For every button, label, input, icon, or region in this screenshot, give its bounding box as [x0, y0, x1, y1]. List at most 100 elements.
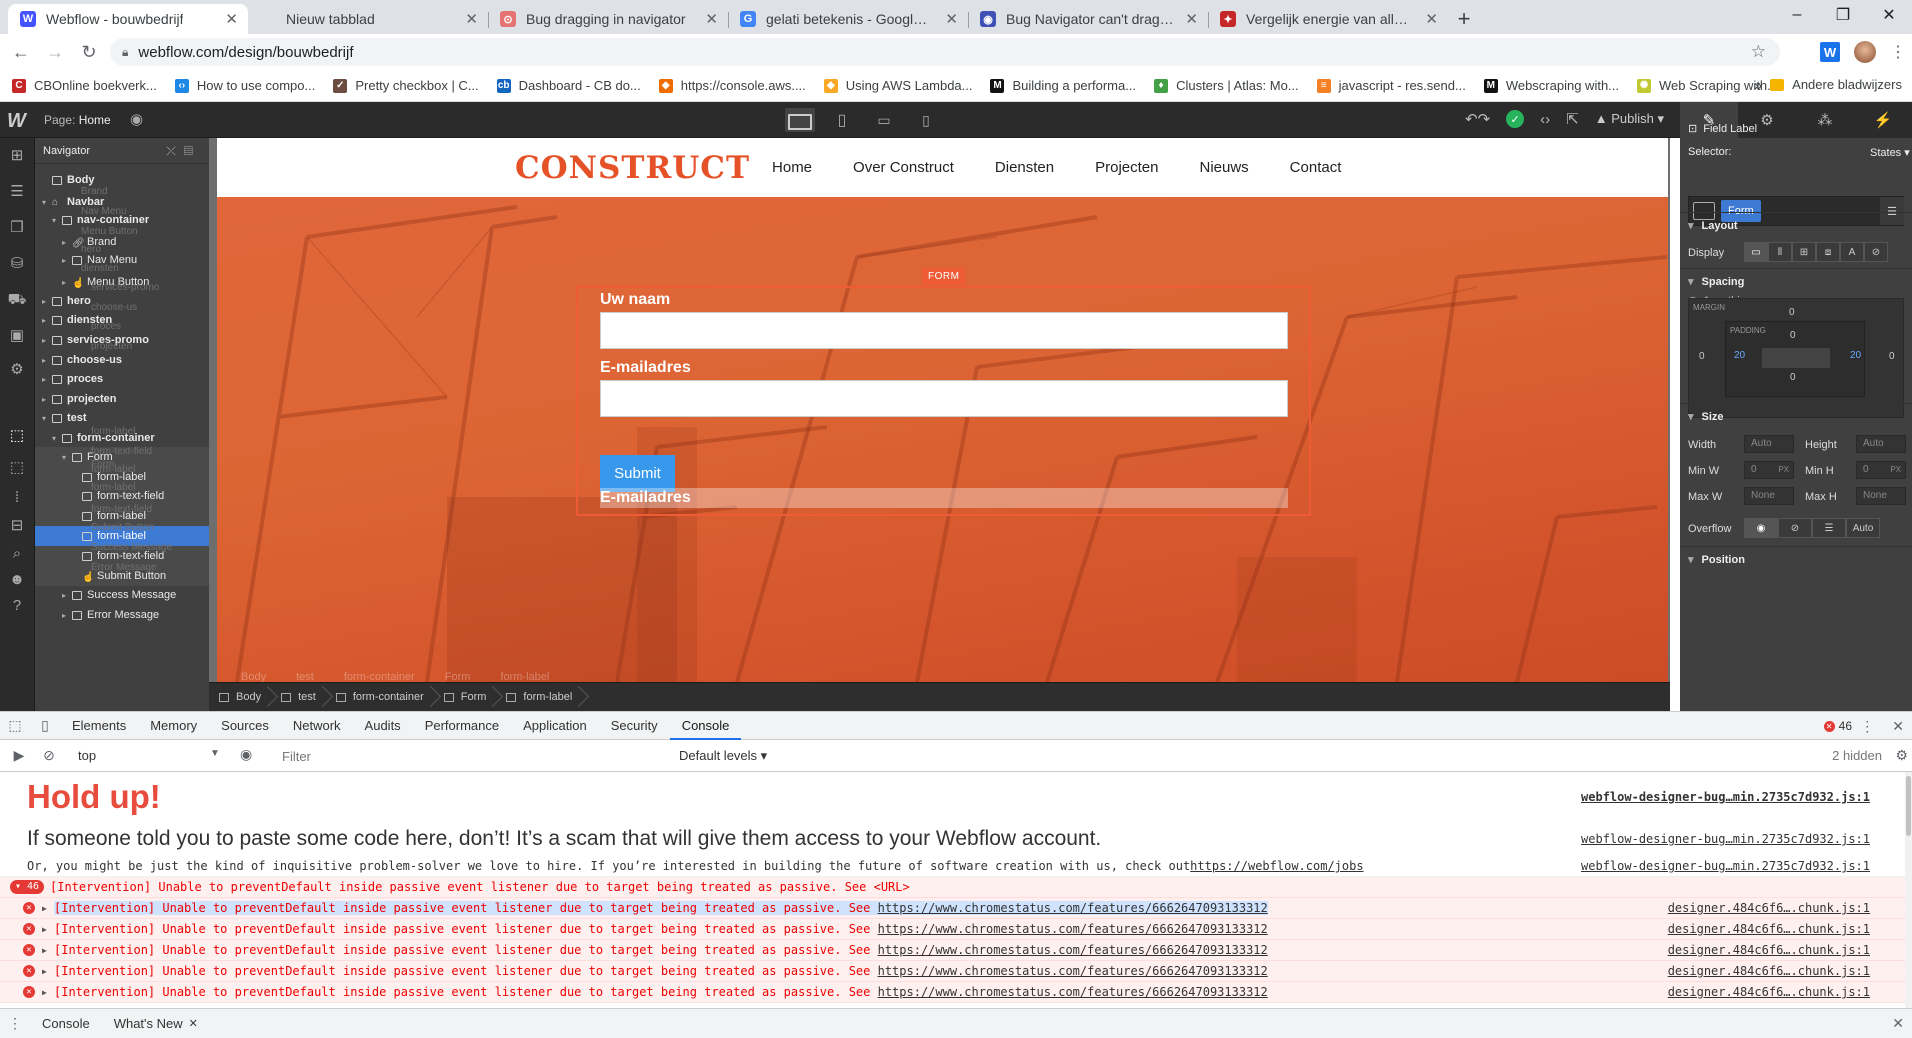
width-input[interactable]: Auto — [1744, 435, 1794, 453]
error-source-link[interactable]: designer.484c6f6….chunk.js:1 — [1668, 943, 1870, 957]
expand-chevron-right-icon[interactable]: ▸ — [39, 336, 49, 345]
webflow-logo-icon[interactable]: W — [7, 110, 26, 133]
clear-console-icon[interactable]: ⊘ — [34, 747, 64, 764]
email-label[interactable]: E-mailadres — [600, 359, 691, 377]
chromestatus-link[interactable]: https://www.chromestatus.com/features/66… — [878, 985, 1268, 999]
display-grid-icon[interactable]: ⊞ — [1792, 242, 1816, 262]
interactions-icon[interactable]: ⚡ — [1854, 102, 1912, 138]
drawer-menu-icon[interactable]: ⋮ — [0, 1015, 30, 1032]
add-elements-icon[interactable]: ⊞ — [7, 146, 27, 166]
bookmark-item[interactable]: M Building a performa... — [990, 78, 1136, 93]
overflow-hidden-icon[interactable]: ⊘ — [1778, 518, 1812, 538]
error-source-link[interactable]: designer.484c6f6….chunk.js:1 — [1668, 985, 1870, 999]
tab-close-icon[interactable]: ✕ — [1185, 10, 1198, 28]
devtools-tab[interactable]: Network — [281, 712, 353, 740]
navigator-node[interactable]: ▸ Nav Menu — [35, 250, 209, 270]
breadcrumb-item[interactable]: Body — [209, 683, 271, 712]
chromestatus-link[interactable]: https://www.chromestatus.com/features/66… — [878, 964, 1268, 978]
back-icon[interactable]: ← — [8, 42, 34, 63]
display-flex-icon[interactable]: ⫴ — [1768, 242, 1792, 262]
device-toolbar-icon[interactable]: ▯ — [30, 717, 60, 734]
expand-chevron-right-icon[interactable]: ▶ — [42, 946, 47, 955]
navigator-node[interactable]: form-text-field — [35, 546, 209, 566]
navigator-node[interactable]: ▾ Form — [35, 447, 209, 467]
expand-chevron-right-icon[interactable]: ▶ — [42, 988, 47, 997]
tab-close-icon[interactable]: ✕ — [225, 10, 238, 28]
site-menu-link[interactable]: Diensten — [995, 159, 1054, 176]
display-block-icon[interactable]: ▭ — [1744, 242, 1768, 262]
code-icon[interactable]: ‹› — [1540, 111, 1550, 128]
navigator-node[interactable]: form-label — [35, 526, 209, 546]
navigator-node[interactable]: form-label — [35, 467, 209, 487]
navigator-node[interactable]: ▸ ☝ Menu Button — [35, 272, 209, 292]
console-error-row[interactable]: ✕ ▶ [Intervention] Unable to preventDefaul… — [0, 919, 1905, 940]
maximize-button[interactable]: ❐ — [1820, 0, 1866, 30]
console-filter-input[interactable] — [272, 745, 672, 767]
browser-tab[interactable]: ◉ Bug Navigator can't drag items - ✕ — [968, 4, 1208, 34]
hire-source-link[interactable]: webflow-designer-bug…min.2735c7d932.js:1 — [1581, 859, 1870, 873]
form-block[interactable]: FORM Uw naam E-mailadres Submit E-mailad… — [576, 268, 1311, 516]
devtools-tab[interactable]: Elements — [60, 712, 138, 740]
size-section-header[interactable]: Size — [1680, 403, 1912, 429]
display-inline-icon[interactable]: A — [1840, 242, 1864, 262]
expand-chevron-right-icon[interactable]: ▸ — [39, 316, 49, 325]
expand-chevron-right-icon[interactable]: ▸ — [39, 297, 49, 306]
expand-chevron-right-icon[interactable]: ▶ — [42, 925, 47, 934]
browser-tab[interactable]: Ggelati betekenis - Google zoeken ✕ — [728, 4, 968, 34]
devtools-tab[interactable]: Application — [511, 712, 599, 740]
inspect-element-icon[interactable]: ⬚ — [0, 717, 30, 734]
console-scrollbar-thumb[interactable] — [1906, 776, 1911, 836]
position-section-header[interactable]: Position — [1680, 546, 1912, 572]
states-dropdown[interactable]: States ▾ — [1870, 146, 1910, 159]
error-group-badge[interactable]: ▾ 46 — [10, 880, 45, 894]
min-width-input[interactable]: 0 PX — [1744, 461, 1794, 479]
drawer-tab[interactable]: Console — [30, 1016, 102, 1031]
display-none-icon[interactable]: ⊘ — [1864, 242, 1888, 262]
sidebar-toggle-icon[interactable]: ▶ — [4, 747, 34, 764]
new-tab-button[interactable]: + — [1448, 4, 1480, 34]
devtools-menu-icon[interactable]: ⋮ — [1860, 718, 1874, 735]
submit-button[interactable]: Submit — [600, 455, 675, 492]
pages-icon[interactable]: ❒ — [7, 218, 27, 238]
max-height-input[interactable]: None — [1856, 487, 1906, 505]
bookmark-item[interactable]: ≡ javascript - res.send... — [1316, 78, 1466, 93]
hold-up-source-link[interactable]: webflow-designer-bug…min.2735c7d932.js:1 — [1581, 790, 1870, 804]
site-navbar[interactable]: CONSTRUCT Home Over Construct Diensten Proj… — [217, 138, 1668, 197]
console-settings-gear-icon[interactable]: ⚙ — [1895, 747, 1908, 764]
collapse-icon[interactable]: ⤫▤ — [166, 144, 201, 159]
overflow-visible-icon[interactable]: ◉ — [1744, 518, 1778, 538]
x-ray-icon[interactable]: ⬚ — [7, 458, 27, 478]
webflow-extension-icon[interactable]: W — [1820, 42, 1840, 62]
chromestatus-link[interactable]: https://www.chromestatus.com/features/66… — [878, 943, 1268, 957]
browser-tab[interactable]: Nieuw tabblad ✕ — [248, 4, 488, 34]
navigator-node[interactable]: ▾ test — [35, 408, 209, 428]
expand-chevron-right-icon[interactable]: ▸ — [59, 278, 69, 287]
expand-chevron-right-icon[interactable]: ▸ — [59, 591, 69, 600]
margin-right-value[interactable]: 0 — [1889, 351, 1895, 362]
navigator-node[interactable]: ☝ Submit Button — [35, 566, 209, 586]
expand-chevron-right-icon[interactable]: ▸ — [39, 375, 49, 384]
overflow-scroll-icon[interactable]: ☰ — [1812, 518, 1846, 538]
layout-section-header[interactable]: Layout — [1680, 212, 1912, 238]
spacing-section-header[interactable]: Spacing — [1680, 268, 1912, 294]
email-input[interactable] — [600, 380, 1288, 417]
navigator-node[interactable]: ▸ diensten — [35, 310, 209, 330]
omnibox[interactable]: 🔒︎ webflow.com/design/bouwbedrijf ☆ — [110, 38, 1780, 66]
forward-icon[interactable]: → — [42, 42, 68, 63]
name-label[interactable]: Uw naam — [600, 291, 670, 309]
tab-close-icon[interactable]: ✕ — [705, 10, 718, 28]
expand-chevron-right-icon[interactable]: ▸ — [59, 256, 69, 265]
hero-section[interactable]: FORM Uw naam E-mailadres Submit E-mailad… — [217, 197, 1668, 682]
log-levels-dropdown[interactable]: Default levels ▾ — [679, 748, 767, 764]
drawer-close-icon[interactable]: ✕ — [1892, 1015, 1904, 1032]
page-selector[interactable]: Page: Home — [44, 113, 111, 127]
expand-chevron-down-icon[interactable]: ▾ — [59, 453, 69, 462]
site-logo[interactable]: CONSTRUCT — [515, 150, 750, 186]
close-window-button[interactable]: ✕ — [1866, 0, 1912, 30]
site-menu-link[interactable]: Over Construct — [853, 159, 954, 176]
breadcrumb-item[interactable]: form-container — [326, 683, 434, 712]
name-input[interactable] — [600, 312, 1288, 349]
tab-close-icon[interactable]: ✕ — [1425, 10, 1438, 28]
navigator-icon[interactable]: ☰ — [7, 182, 27, 202]
navigator-node[interactable]: ▸ 🔗︎ Brand — [35, 232, 209, 252]
